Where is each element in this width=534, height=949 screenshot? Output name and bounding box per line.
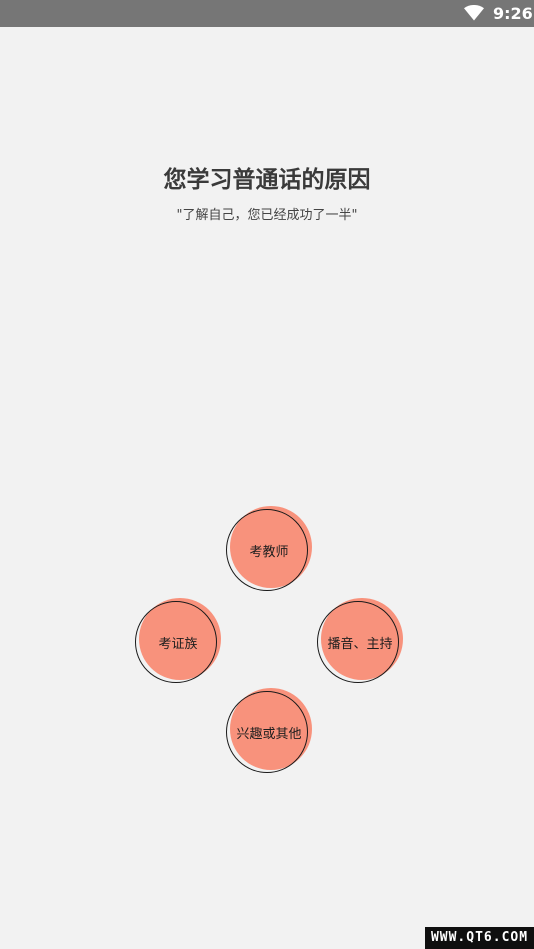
choice-certificate[interactable]: 考证族 xyxy=(135,598,223,688)
choice-teacher-exam[interactable]: 考教师 xyxy=(226,506,314,596)
status-time: 9:26 xyxy=(493,4,533,23)
choice-interest-other[interactable]: 兴趣或其他 xyxy=(226,688,314,778)
choice-label: 播音、主持 xyxy=(327,636,393,652)
watermark: WWW.QT6.COM xyxy=(425,927,534,949)
choice-label: 兴趣或其他 xyxy=(236,726,302,742)
page-title: 您学习普通话的原因 xyxy=(163,167,371,193)
choice-broadcasting-hosting[interactable]: 播音、主持 xyxy=(317,598,405,688)
status-bar: 9:26 xyxy=(0,0,534,27)
page-subtitle: "了解自己，您已经成功了一半" xyxy=(176,208,358,223)
choice-label: 考证族 xyxy=(158,636,198,652)
wifi-icon xyxy=(464,5,484,21)
choice-label: 考教师 xyxy=(249,544,289,560)
